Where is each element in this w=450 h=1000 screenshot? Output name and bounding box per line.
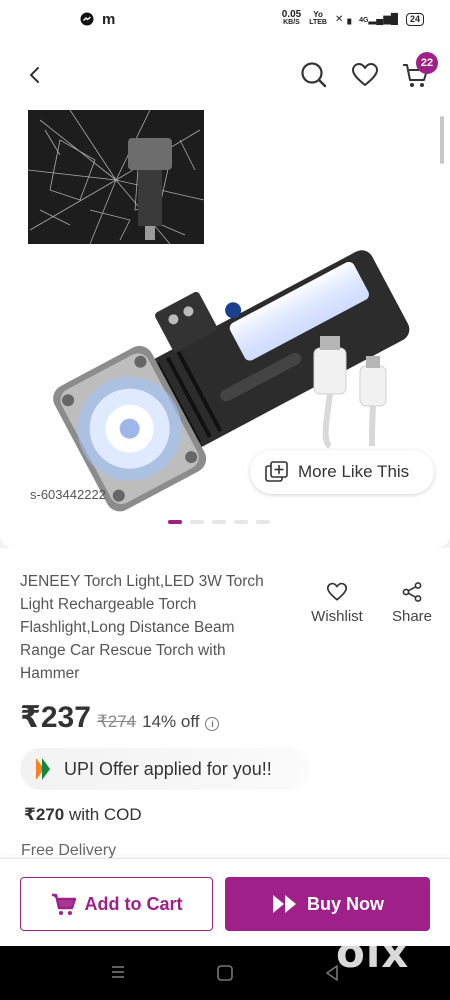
buy-now-label: Buy Now: [306, 893, 384, 914]
buy-now-button[interactable]: Buy Now: [225, 877, 430, 931]
double-chevron-right-icon: [272, 895, 296, 913]
app-header: 22: [0, 40, 450, 110]
add-to-cart-button[interactable]: Add to Cart: [20, 877, 213, 931]
signal-icon: 4G▂▄▆█: [359, 13, 398, 25]
home-icon[interactable]: [216, 964, 234, 982]
pagination-dot[interactable]: [256, 520, 270, 524]
similar-products-icon: [265, 461, 288, 482]
recent-apps-icon[interactable]: [110, 964, 126, 980]
messenger-icon: [80, 12, 94, 26]
pagination-dot[interactable]: [212, 520, 226, 524]
gallery-pagination: [168, 520, 270, 524]
upi-offer-banner: UPI Offer applied for you!!: [20, 748, 310, 790]
share-label: Share: [391, 608, 433, 625]
wishlist-label: Wishlist: [311, 608, 363, 625]
search-icon: [301, 62, 327, 88]
heart-icon: [326, 582, 348, 601]
search-button[interactable]: [297, 58, 331, 92]
pagination-dot[interactable]: [234, 520, 248, 524]
selling-price: ₹237: [20, 701, 91, 734]
cart-icon: [51, 893, 76, 915]
heart-icon: [352, 63, 378, 86]
share-button[interactable]: Share: [377, 582, 447, 625]
cod-label: with COD: [68, 805, 142, 824]
wishlist-button[interactable]: Wishlist: [302, 582, 372, 625]
product-page: m 0.05 KB/S Yo LTEB ✕▗ 4G▂▄▆█ 24 22 More…: [0, 0, 450, 1000]
product-title: JENEEY Torch Light,LED 3W Torch Light Re…: [20, 573, 264, 682]
price-row: ₹237 ₹274 14% off i: [20, 700, 220, 735]
net-speed: 0.05 KB/S: [281, 9, 302, 27]
status-bar: m 0.05 KB/S Yo LTEB ✕▗ 4G▂▄▆█ 24: [0, 0, 450, 38]
discount-label: 14% off: [142, 712, 200, 731]
system-indicators: 0.05 KB/S Yo LTEB ✕▗ 4G▂▄▆█ 24: [281, 9, 424, 27]
back-button[interactable]: [18, 58, 52, 92]
olx-watermark: olx: [336, 928, 410, 977]
delivery-info: Free Delivery: [21, 842, 117, 858]
more-like-this-label: More Like This: [298, 462, 410, 481]
upi-offer-text: UPI Offer applied for you!!: [64, 758, 272, 779]
wishlist-header-button[interactable]: [348, 58, 382, 92]
gallery-scrollbar[interactable]: [440, 116, 444, 164]
notification-icons: m: [80, 11, 115, 28]
cart-count-badge: 22: [416, 52, 438, 74]
share-icon: [402, 582, 422, 602]
cod-price: ₹270 with COD: [24, 805, 142, 825]
pagination-dot[interactable]: [190, 520, 204, 524]
back-arrow-icon: [30, 67, 39, 83]
pagination-dot[interactable]: [168, 520, 182, 524]
no-signal-icon: ✕▗: [335, 13, 352, 25]
info-icon[interactable]: i: [205, 717, 220, 731]
battery-icon: 24: [405, 12, 424, 26]
volte-indicator: Yo LTEB: [309, 10, 327, 27]
upi-logo-icon: [36, 758, 50, 780]
gmail-icon: m: [102, 10, 116, 28]
original-price: ₹274: [96, 712, 137, 731]
add-to-cart-label: Add to Cart: [84, 893, 183, 914]
more-like-this-button[interactable]: More Like This: [250, 450, 434, 494]
product-sku: s-603442222: [30, 487, 106, 502]
cod-amount: ₹270: [24, 805, 65, 824]
cart-button[interactable]: 22: [398, 52, 438, 92]
